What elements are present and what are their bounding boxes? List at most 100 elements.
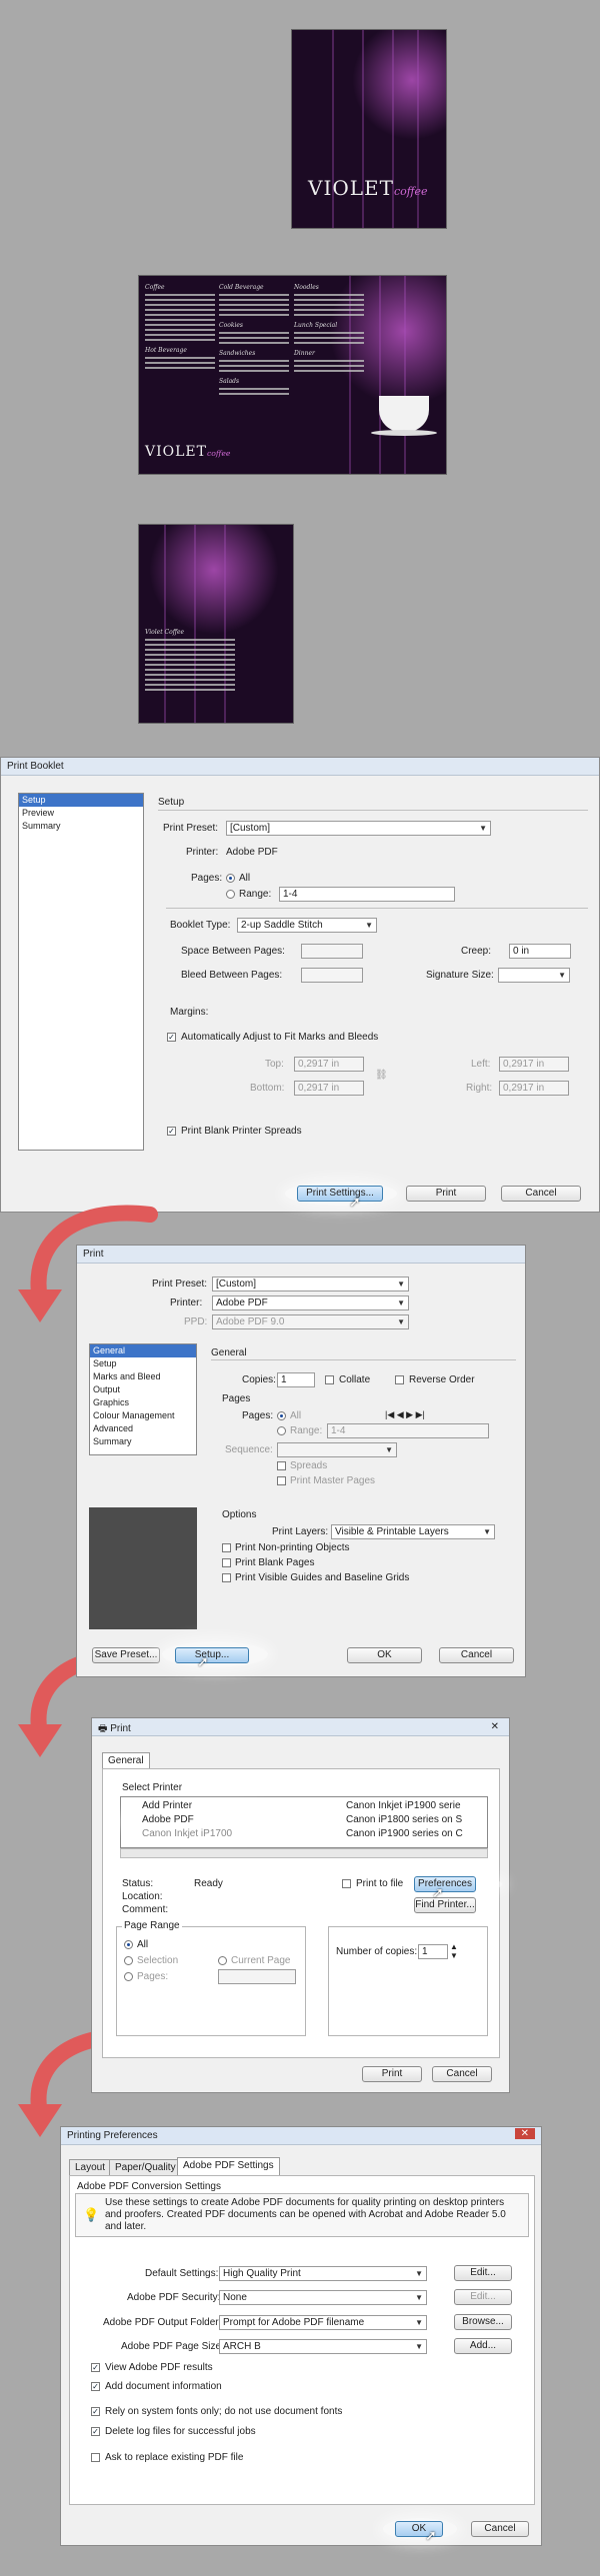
dialog-title: Print <box>110 1723 131 1734</box>
range-selection-radio[interactable] <box>124 1956 133 1965</box>
printer-item-canon-1800[interactable]: Canon iP1800 series on S <box>346 1814 462 1825</box>
preset-select[interactable]: [Custom] ▼ <box>226 821 491 836</box>
nonprinting-checkbox[interactable] <box>222 1543 231 1552</box>
spreads-checkbox[interactable] <box>277 1461 286 1470</box>
blank-pages-checkbox[interactable] <box>222 1558 231 1567</box>
browse-button[interactable]: Browse... <box>454 2314 512 2330</box>
page-nav-arrows-icon[interactable]: |◀ ◀ ▶ ▶| <box>385 1409 425 1420</box>
pages-all-radio[interactable] <box>277 1411 286 1420</box>
collate-label: Collate <box>339 1374 371 1385</box>
nav-item-colour[interactable]: Colour Management <box>90 1409 196 1422</box>
system-fonts-label: Rely on system fonts only; do not use do… <box>105 2406 343 2417</box>
nav-item-advanced[interactable]: Advanced <box>90 1422 196 1435</box>
printer-item-adobe-pdf[interactable]: Adobe PDF <box>142 1814 194 1825</box>
delete-logs-checkbox[interactable]: ✓ <box>91 2427 100 2436</box>
blank-spreads-checkbox[interactable]: ✓ <box>167 1127 176 1136</box>
system-fonts-checkbox[interactable]: ✓ <box>91 2407 100 2416</box>
status-value: Ready <box>194 1878 223 1889</box>
ok-button[interactable]: OK <box>347 1647 422 1663</box>
auto-adjust-checkbox[interactable]: ✓ <box>167 1033 176 1042</box>
copies-input[interactable]: 1 <box>418 1944 448 1959</box>
printing-preferences-dialog: Printing Preferences ✕ Layout Paper/Quali… <box>60 2126 542 2546</box>
page-range-label: Page Range <box>122 1920 182 1931</box>
page-size-select[interactable]: ARCH B ▼ <box>219 2339 427 2354</box>
nav-item-marks[interactable]: Marks and Bleed <box>90 1370 196 1383</box>
page-size-label: Adobe PDF Page Size: <box>121 2341 224 2352</box>
printer-item-canon-1900c[interactable]: Canon iP1900 series on C <box>346 1828 463 1839</box>
cancel-button[interactable]: Cancel <box>471 2521 529 2537</box>
preset-select[interactable]: [Custom] ▼ <box>212 1277 409 1291</box>
cancel-button[interactable]: Cancel <box>432 2066 492 2082</box>
location-label: Location: <box>122 1891 163 1902</box>
output-folder-select[interactable]: Prompt for Adobe PDF filename ▼ <box>219 2315 427 2330</box>
nav-item-general[interactable]: General <box>90 1344 196 1357</box>
booklet-type-select[interactable]: 2-up Saddle Stitch ▼ <box>237 918 377 933</box>
pages-label: Pages: <box>191 873 223 884</box>
preferences-button[interactable]: Preferences <box>414 1876 476 1892</box>
close-icon[interactable]: ✕ <box>514 2128 535 2139</box>
tab-general[interactable]: General <box>102 1752 150 1768</box>
tab-adobe-pdf-settings[interactable]: Adobe PDF Settings <box>177 2157 280 2175</box>
nav-item-preview[interactable]: Preview <box>19 807 143 820</box>
print-button[interactable]: Print <box>406 1186 486 1202</box>
printer-item-canon-1700[interactable]: Canon Inkjet iP1700 <box>142 1828 232 1839</box>
security-select[interactable]: None ▼ <box>219 2290 427 2305</box>
range-input[interactable]: 1-4 <box>279 887 455 902</box>
copies-input[interactable]: 1 <box>277 1372 315 1387</box>
cover-logo: VIOLETcoffee <box>308 176 428 200</box>
master-pages-checkbox[interactable] <box>277 1476 286 1485</box>
nav-item-graphics[interactable]: Graphics <box>90 1396 196 1409</box>
ask-replace-checkbox[interactable] <box>91 2453 100 2462</box>
copies-spinner-icon[interactable]: ▲ ▼ <box>450 1942 458 1960</box>
dialog-titlebar: 🖶 Print ✕ <box>92 1718 509 1736</box>
horizontal-scrollbar[interactable] <box>120 1848 488 1858</box>
nav-item-output[interactable]: Output <box>90 1383 196 1396</box>
pages-range-radio[interactable] <box>226 890 235 899</box>
reverse-order-checkbox[interactable] <box>395 1375 404 1384</box>
booklet-nav-list[interactable]: Setup Preview Summary <box>18 793 144 1151</box>
creep-input[interactable]: 0 in <box>509 944 571 959</box>
printer-select[interactable]: Adobe PDF ▼ <box>212 1295 409 1310</box>
find-printer-button[interactable]: Find Printer... <box>414 1897 476 1913</box>
collate-checkbox[interactable] <box>325 1375 334 1384</box>
nav-item-summary[interactable]: Summary <box>19 820 143 833</box>
layers-select[interactable]: Visible & Printable Layers ▼ <box>331 1524 495 1539</box>
range-pages-radio[interactable] <box>124 1972 133 1981</box>
mouse-cursor-icon: ➚ <box>197 1653 209 1669</box>
add-doc-info-checkbox[interactable]: ✓ <box>91 2382 100 2391</box>
print-nav-list[interactable]: General Setup Marks and Bleed Output Gra… <box>89 1343 197 1455</box>
edit-security-button: Edit... <box>454 2289 512 2305</box>
nav-item-summary[interactable]: Summary <box>90 1435 196 1448</box>
bottom-input: 0,2917 in <box>294 1081 364 1096</box>
default-settings-select[interactable]: High Quality Print ▼ <box>219 2266 427 2281</box>
top-label: Top: <box>265 1059 284 1070</box>
view-results-checkbox[interactable]: ✓ <box>91 2363 100 2372</box>
setup-button[interactable]: Setup... <box>175 1647 249 1663</box>
save-preset-button[interactable]: Save Preset... <box>92 1647 160 1663</box>
nav-item-setup[interactable]: Setup <box>19 794 143 807</box>
status-label: Status: <box>122 1878 154 1889</box>
print-settings-button[interactable]: Print Settings... <box>297 1186 383 1202</box>
print-button[interactable]: Print <box>362 2066 422 2082</box>
printer-label: Printer: <box>170 1297 203 1308</box>
cancel-button[interactable]: Cancel <box>501 1186 581 1202</box>
add-page-size-button[interactable]: Add... <box>454 2338 512 2354</box>
pages-range-radio[interactable] <box>277 1426 286 1435</box>
tab-paper-quality[interactable]: Paper/Quality <box>109 2159 182 2175</box>
printer-item-add[interactable]: Add Printer <box>142 1800 192 1811</box>
left-input: 0,2917 in <box>499 1057 569 1072</box>
signature-size-select[interactable]: ▼ <box>498 968 570 983</box>
cancel-button[interactable]: Cancel <box>439 1647 514 1663</box>
nav-item-setup[interactable]: Setup <box>90 1357 196 1370</box>
print-to-file-checkbox[interactable] <box>342 1879 351 1888</box>
pages-all-radio[interactable] <box>226 874 235 883</box>
guides-checkbox[interactable] <box>222 1573 231 1582</box>
printer-item-canon-1900[interactable]: Canon Inkjet iP1900 serie <box>346 1800 461 1811</box>
tab-layout[interactable]: Layout <box>69 2159 112 2175</box>
range-current-radio[interactable] <box>218 1956 227 1965</box>
bleed-between-label: Bleed Between Pages: <box>181 970 283 981</box>
copies-label: Number of copies: <box>336 1946 418 1957</box>
close-icon[interactable]: ✕ <box>491 1721 499 1732</box>
range-all-radio[interactable] <box>124 1940 133 1949</box>
edit-default-button[interactable]: Edit... <box>454 2265 512 2281</box>
